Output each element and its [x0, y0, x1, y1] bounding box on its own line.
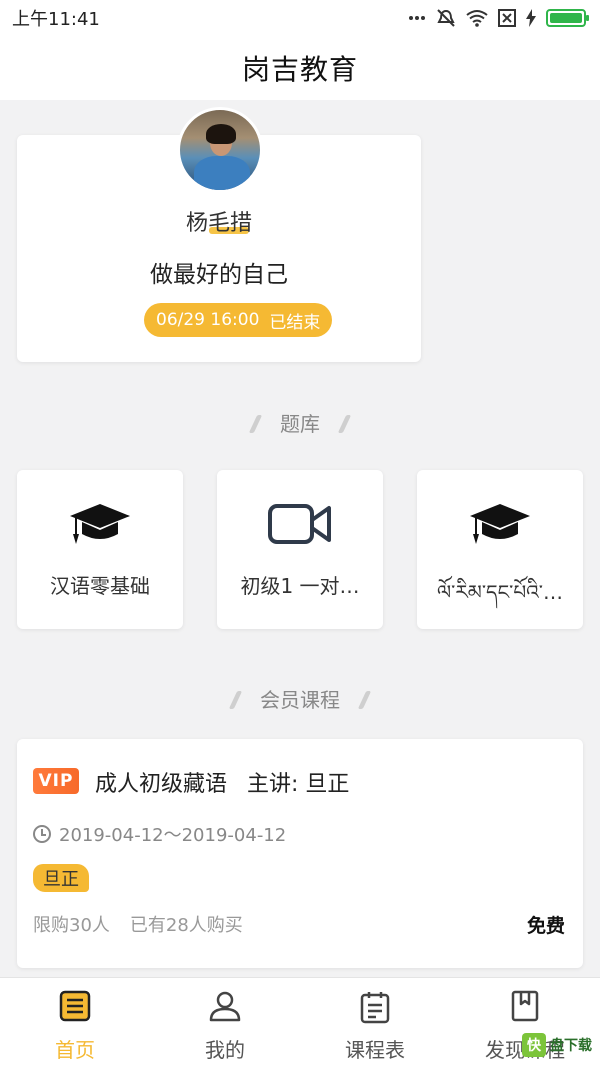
app-header: 岗吉教育: [0, 36, 600, 100]
watermark-logo: 快: [522, 1033, 546, 1057]
question-bank-item[interactable]: 初级1 一对…: [217, 470, 383, 629]
book-icon: [511, 990, 539, 1022]
user-icon: [209, 991, 241, 1022]
course-name: 成人初级藏语: [95, 772, 228, 797]
question-bank-item[interactable]: 汉语零基础: [17, 470, 183, 629]
course-price: 免费: [526, 915, 565, 937]
graduation-cap-icon: [70, 504, 130, 544]
battery-level-fill: [550, 13, 582, 23]
schedule-icon: [360, 992, 390, 1024]
teacher-tag: 旦正: [33, 864, 89, 892]
slash-decoration: [357, 691, 372, 709]
section-title-member-courses: 会员课程: [0, 684, 600, 713]
course-lecturer: 主讲: 旦正: [247, 772, 350, 797]
slash-decoration: [337, 415, 352, 433]
nav-item-profile[interactable]: 我的: [150, 978, 300, 1067]
question-bank-label: 初级1 一对…: [240, 574, 360, 598]
battery-icon: [546, 9, 589, 27]
slash-decoration: [248, 415, 263, 433]
mute-icon: [437, 9, 455, 27]
status-time: 上午11:41: [12, 9, 100, 30]
page-title: 岗吉教育: [241, 53, 358, 86]
purchase-count: 已有28人购买: [129, 915, 243, 936]
avatar: [177, 107, 263, 193]
slash-decoration: [228, 691, 243, 709]
charging-icon: [526, 9, 536, 27]
course-date-range: 2019-04-12～2019-04-12: [59, 825, 287, 846]
status-icons: [408, 8, 589, 28]
bottom-nav: 首页 我的 课程表 发现课程: [0, 977, 600, 1067]
live-time-badge: 06/29 16:00 已结束: [144, 303, 333, 337]
teacher-motto: 做最好的自己: [150, 262, 288, 288]
home-list-icon: [59, 990, 91, 1022]
question-bank-label: 汉语零基础: [50, 574, 150, 598]
teacher-live-card[interactable]: 杨毛措 做最好的自己 06/29 16:00 已结束: [17, 107, 421, 362]
video-camera-icon: [268, 504, 331, 544]
question-bank-item[interactable]: ལོ་རིམ་དང་པོའི་…: [417, 470, 583, 629]
course-card[interactable]: VIP 成人初级藏语 主讲: 旦正 2019-04-12～2019-04-12 旦…: [17, 739, 583, 968]
vip-badge: VIP: [33, 768, 79, 794]
live-status: 已结束: [269, 312, 321, 333]
wifi-icon: [466, 10, 488, 27]
graduation-cap-icon: [470, 504, 530, 544]
nav-label-home: 首页: [55, 1038, 95, 1062]
teacher-name: 杨毛措: [185, 211, 252, 236]
course-date: 2019-04-12～2019-04-12: [33, 821, 286, 847]
nav-label-profile: 我的: [205, 1038, 245, 1062]
question-bank-label: ལོ་རིམ་དང་པོའི་…: [437, 580, 563, 604]
clock-icon: [33, 825, 51, 843]
more-dots-icon: [409, 16, 425, 20]
live-time: 06/29 16:00: [156, 310, 260, 330]
section-title-question-bank: 题库: [0, 408, 600, 437]
watermark-text: 盘下载: [550, 1038, 592, 1054]
nav-label-schedule: 课程表: [345, 1038, 405, 1062]
purchase-limit: 限购30人: [33, 915, 110, 936]
course-meta: 限购30人 已有28人购买: [33, 911, 243, 937]
nav-item-schedule[interactable]: 课程表: [300, 978, 450, 1067]
nav-item-home[interactable]: 首页: [0, 978, 150, 1067]
sim-off-icon: [498, 9, 516, 27]
status-bar: 上午11:41: [0, 0, 600, 36]
course-title: 成人初级藏语 主讲: 旦正: [95, 766, 349, 798]
watermark: 快 盘下载: [522, 1030, 592, 1060]
